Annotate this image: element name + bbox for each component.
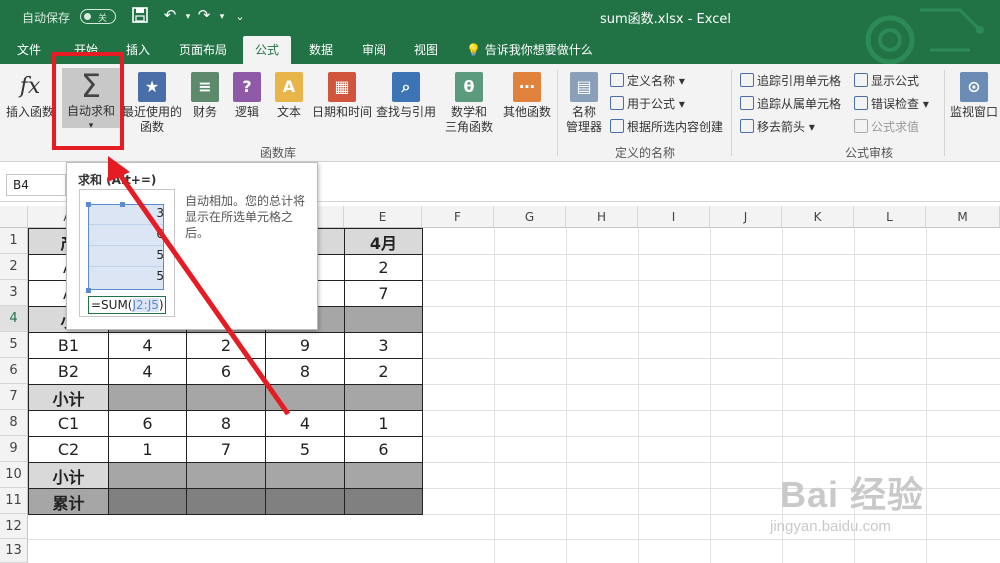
watermark-url: jingyan.baidu.com: [770, 518, 891, 535]
excel-window: 自动保存 关 ↶ ▾ ↷ ▾ ⌄ sum函数.xlsx - Excel 文件 开…: [0, 0, 1000, 563]
watermark-brand: Bai 经验: [780, 474, 925, 515]
baidu-watermark: Bai 经验 jingyan.baidu.com: [760, 456, 990, 546]
